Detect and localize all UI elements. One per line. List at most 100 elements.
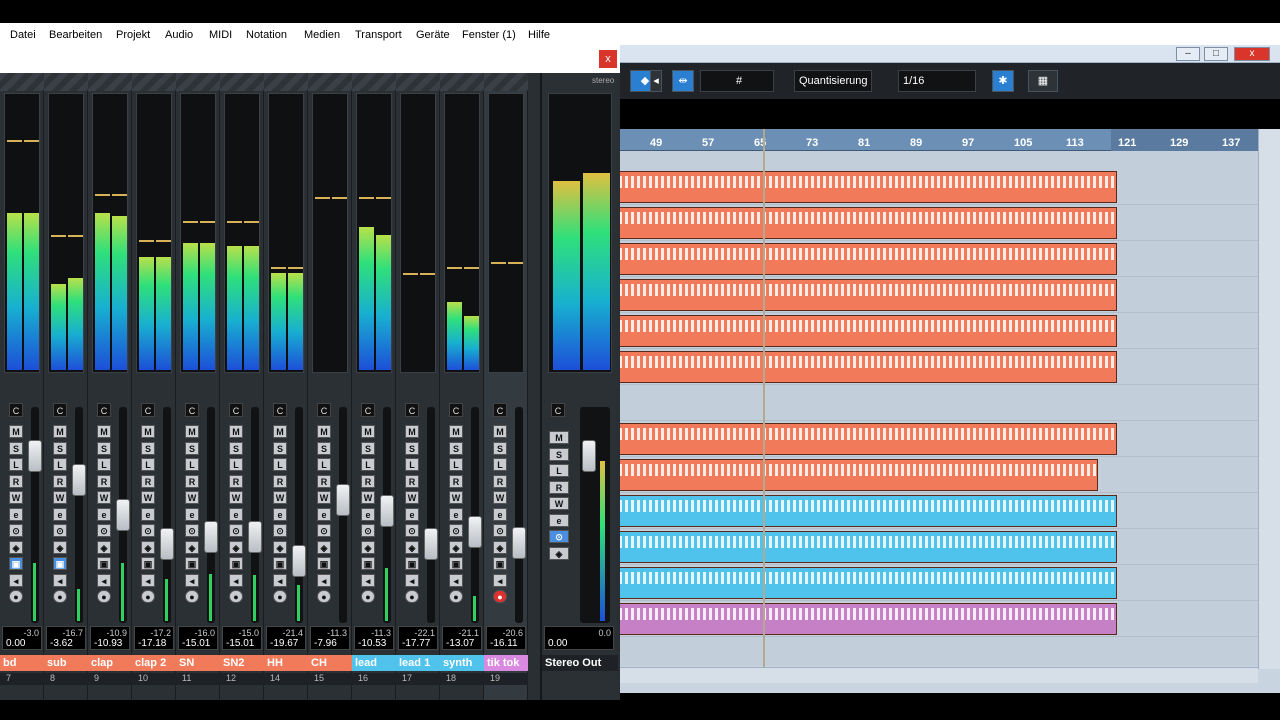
edit-channel-button[interactable]: e (405, 507, 419, 521)
solo-button[interactable]: S (273, 441, 287, 455)
inserts-icon[interactable]: ⊙ (229, 524, 243, 537)
write-automation-button[interactable]: W (493, 491, 507, 504)
record-enable-button[interactable]: ● (141, 590, 155, 603)
monitor-icon[interactable]: ▣ (405, 557, 419, 570)
monitor-icon[interactable]: ▣ (317, 557, 331, 570)
audio-event[interactable] (618, 603, 1117, 635)
monitor-icon[interactable]: ▣ (185, 557, 199, 570)
record-enable-button[interactable]: ● (405, 590, 419, 603)
edit-channel-button[interactable]: e (185, 507, 199, 521)
playhead-cursor[interactable] (763, 129, 765, 669)
audio-event[interactable] (618, 351, 1117, 383)
edit-channel-button[interactable]: e (141, 507, 155, 521)
menu-item[interactable]: Transport (355, 29, 402, 41)
sends-icon[interactable]: ◈ (97, 540, 111, 554)
channel-name[interactable]: clap 2 (132, 655, 176, 671)
vertical-scrollbar[interactable] (1258, 129, 1280, 669)
mute-button[interactable]: M (361, 425, 375, 438)
edit-channel-button[interactable]: e (549, 513, 569, 527)
speaker-icon[interactable]: ◂ (229, 573, 243, 587)
monitor-icon[interactable]: ▣ (9, 557, 23, 570)
fader-handle[interactable] (72, 464, 86, 496)
volume-readout[interactable]: -17.2 -17.18 (134, 626, 174, 650)
speaker-icon[interactable]: ◂ (361, 573, 375, 587)
volume-readout[interactable]: -21.4 -19.67 (266, 626, 306, 650)
fader-handle[interactable] (160, 528, 174, 560)
listen-button[interactable]: L (549, 464, 569, 477)
sends-icon[interactable]: ◈ (185, 540, 199, 554)
inserts-icon[interactable]: ⊙ (141, 524, 155, 537)
write-automation-button[interactable]: W (141, 491, 155, 504)
volume-fader[interactable] (336, 407, 350, 623)
volume-fader[interactable] (292, 407, 306, 623)
volume-readout[interactable]: -15.0 -15.01 (222, 626, 262, 650)
track-lane[interactable] (618, 241, 1258, 277)
write-automation-button[interactable]: W (549, 497, 569, 510)
menu-item[interactable]: Fenster (1) (462, 29, 516, 41)
sends-icon[interactable]: ◈ (449, 540, 463, 554)
mixer-close-button[interactable]: x (599, 50, 617, 68)
volume-readout[interactable]: -3.0 0.00 (2, 626, 42, 650)
audio-event[interactable] (618, 531, 1117, 563)
speaker-icon[interactable]: ◂ (273, 573, 287, 587)
monitor-icon[interactable]: ▣ (53, 557, 67, 570)
write-automation-button[interactable]: W (185, 491, 199, 504)
mute-button[interactable]: M (405, 425, 419, 438)
listen-button[interactable]: L (53, 458, 67, 471)
volume-fader[interactable] (424, 407, 438, 623)
inserts-icon[interactable]: ⊙ (273, 524, 287, 537)
record-enable-button[interactable]: ● (229, 590, 243, 603)
track-lane[interactable] (618, 529, 1258, 565)
record-enable-button[interactable]: ● (361, 590, 375, 603)
solo-button[interactable]: S (141, 441, 155, 455)
read-automation-button[interactable]: R (9, 474, 23, 488)
sends-icon[interactable]: ◈ (361, 540, 375, 554)
volume-readout[interactable]: -10.9 -10.93 (90, 626, 130, 650)
listen-button[interactable]: L (9, 458, 23, 471)
monitor-icon[interactable]: ▣ (97, 557, 111, 570)
mute-button[interactable]: M (493, 425, 507, 438)
sends-icon[interactable]: ◈ (141, 540, 155, 554)
mute-button[interactable]: M (273, 425, 287, 438)
pan-knob[interactable]: C (53, 403, 67, 417)
channel-name[interactable]: SN (176, 655, 220, 671)
read-automation-button[interactable]: R (405, 474, 419, 488)
read-automation-button[interactable]: R (273, 474, 287, 488)
solo-button[interactable]: S (317, 441, 331, 455)
inserts-icon[interactable]: ⊙ (9, 524, 23, 537)
channel-name[interactable]: SN2 (220, 655, 264, 671)
quantize-preset-select[interactable]: Quantisierung (794, 70, 872, 92)
mute-button[interactable]: M (549, 431, 569, 444)
record-enable-button[interactable]: ● (493, 590, 507, 603)
track-lane[interactable] (618, 601, 1258, 637)
sends-icon[interactable]: ◈ (9, 540, 23, 554)
fader-handle[interactable] (582, 440, 596, 472)
menu-item[interactable]: MIDI (209, 29, 232, 41)
monitor-icon[interactable]: ▣ (361, 557, 375, 570)
listen-button[interactable]: L (229, 458, 243, 471)
grid-select[interactable]: # (700, 70, 774, 92)
edit-channel-button[interactable]: e (53, 507, 67, 521)
edit-channel-button[interactable]: e (317, 507, 331, 521)
track-lane[interactable] (618, 205, 1258, 241)
menu-item[interactable]: Hilfe (528, 29, 550, 41)
audio-event[interactable] (618, 567, 1117, 599)
menu-item[interactable]: Medien (304, 29, 340, 41)
read-automation-button[interactable]: R (185, 474, 199, 488)
pan-knob[interactable]: C (405, 403, 419, 417)
listen-button[interactable]: L (449, 458, 463, 471)
write-automation-button[interactable]: W (405, 491, 419, 504)
track-lane[interactable] (618, 385, 1258, 421)
speaker-icon[interactable]: ◂ (9, 573, 23, 587)
mute-button[interactable]: M (97, 425, 111, 438)
fader-handle[interactable] (336, 484, 350, 516)
solo-button[interactable]: S (549, 447, 569, 461)
channel-name[interactable]: synth (440, 655, 484, 671)
listen-button[interactable]: L (317, 458, 331, 471)
track-lane[interactable] (618, 277, 1258, 313)
record-enable-button[interactable]: ● (185, 590, 199, 603)
read-automation-button[interactable]: R (53, 474, 67, 488)
volume-fader[interactable] (116, 407, 130, 623)
volume-readout[interactable]: -21.1 -13.07 (442, 626, 482, 650)
minimize-button[interactable]: – (1176, 47, 1200, 61)
